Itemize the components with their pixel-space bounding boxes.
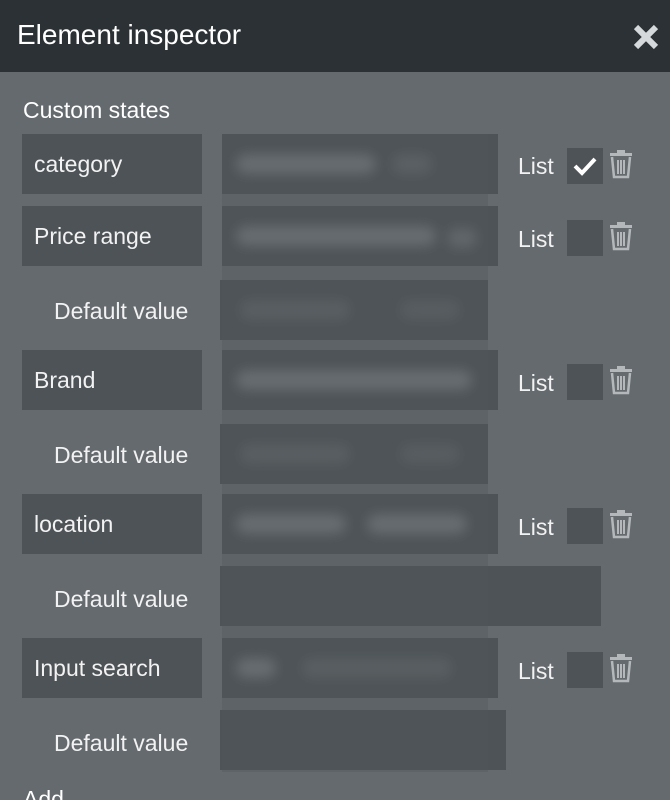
checkmark-icon <box>573 157 597 176</box>
add-state-link[interactable]: Add <box>23 785 64 800</box>
state-type-dropdown[interactable] <box>222 494 498 554</box>
inspector-header: Element inspector <box>0 0 670 72</box>
list-checkbox-checked[interactable] <box>567 148 603 184</box>
list-checkbox[interactable] <box>567 652 603 688</box>
default-value-label: Default value <box>54 586 189 612</box>
state-name-field[interactable]: location <box>22 494 202 554</box>
default-value-label: Default value <box>54 730 189 756</box>
default-value-label: Default value <box>54 298 189 324</box>
custom-states-heading: Custom states <box>23 97 170 123</box>
inspector-title: Element inspector <box>17 19 242 50</box>
trash-icon[interactable] <box>609 221 633 251</box>
state-name-field[interactable]: Price range <box>22 206 202 266</box>
trash-icon[interactable] <box>609 149 633 179</box>
list-label: List <box>518 153 554 179</box>
default-value-field[interactable] <box>220 710 506 770</box>
element-inspector-panel: Element inspector Custom states category… <box>0 0 670 800</box>
default-value-field[interactable] <box>220 424 488 484</box>
trash-icon[interactable] <box>609 365 633 395</box>
state-name-field[interactable]: category <box>22 134 202 194</box>
list-checkbox[interactable] <box>567 364 603 400</box>
default-value-field[interactable] <box>220 566 601 626</box>
state-type-dropdown[interactable] <box>222 350 498 410</box>
close-icon[interactable] <box>632 23 660 51</box>
trash-icon[interactable] <box>609 653 633 683</box>
trash-icon[interactable] <box>609 509 633 539</box>
default-value-field[interactable] <box>220 280 488 340</box>
state-name-field[interactable]: Input search <box>22 638 202 698</box>
default-value-label: Default value <box>54 442 189 468</box>
list-checkbox[interactable] <box>567 508 603 544</box>
list-label: List <box>518 514 554 540</box>
state-type-dropdown[interactable] <box>222 134 498 194</box>
state-name-field[interactable]: Brand <box>22 350 202 410</box>
state-type-dropdown[interactable] <box>222 206 498 266</box>
state-type-dropdown[interactable] <box>222 638 498 698</box>
list-label: List <box>518 658 554 684</box>
list-label: List <box>518 370 554 396</box>
list-checkbox[interactable] <box>567 220 603 256</box>
list-label: List <box>518 226 554 252</box>
